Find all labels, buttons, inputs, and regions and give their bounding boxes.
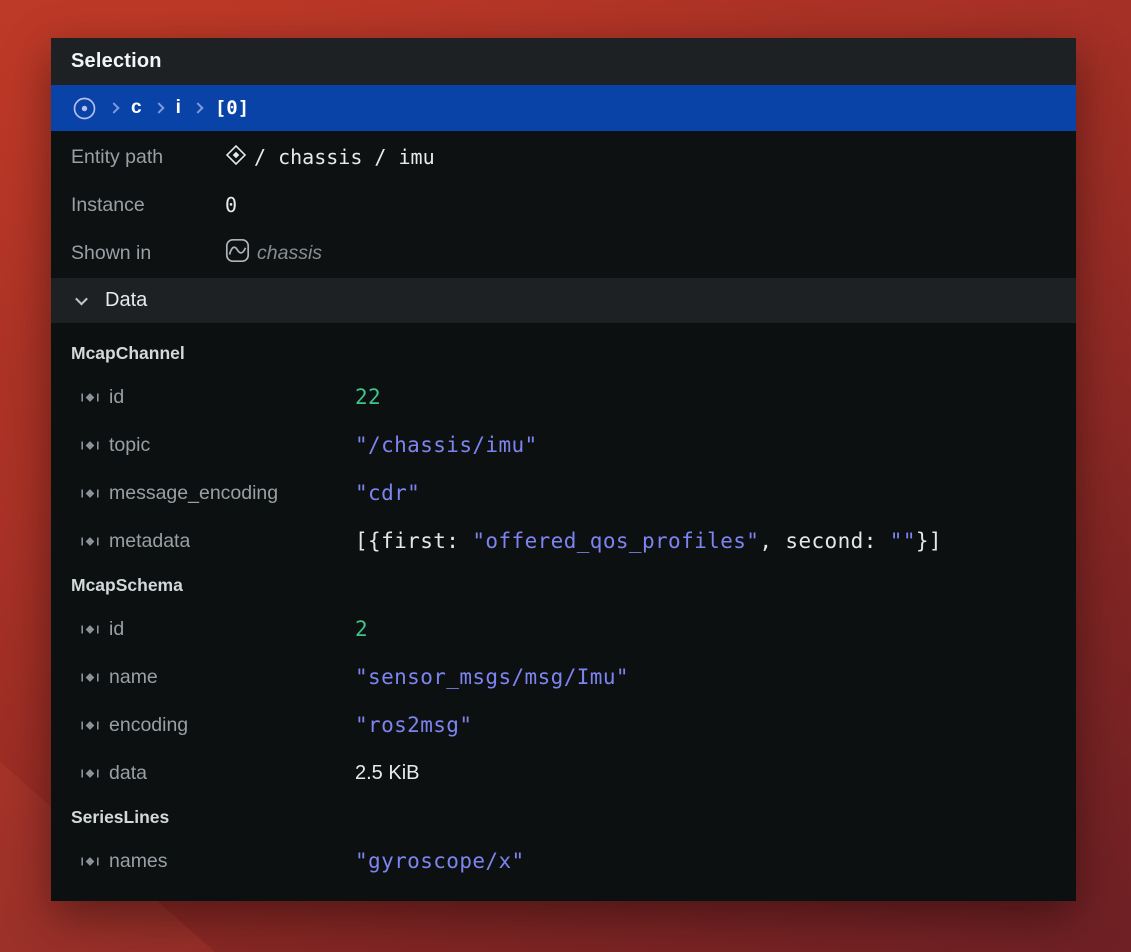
data-section-body: McapChannel id 22 — [51, 323, 1076, 901]
component-icon — [80, 766, 100, 781]
chevron-right-icon — [192, 102, 203, 113]
entity-icon — [225, 144, 247, 171]
group-name-mcapschema: McapSchema — [51, 565, 1076, 605]
overview-section: Entity path / chassis / imu Instance 0 — [51, 131, 1076, 278]
field-value: [{first: "offered_qos_profiles", second:… — [355, 529, 1076, 553]
shown-in-value[interactable]: chassis — [225, 238, 1076, 268]
entity-path-value[interactable]: / chassis / imu — [225, 144, 1076, 171]
breadcrumb: c i [0] — [51, 85, 1076, 131]
field-label: topic — [109, 434, 150, 457]
instance-row: Instance 0 — [51, 181, 1076, 229]
breadcrumb-item-imu[interactable]: i — [176, 97, 181, 119]
component-icon — [80, 622, 100, 637]
chevron-right-icon — [153, 102, 164, 113]
field-label: id — [109, 618, 124, 641]
table-row: data 2.5 KiB — [51, 749, 1076, 797]
table-row: name "sensor_msgs/msg/Imu" — [51, 653, 1076, 701]
table-row: id 22 — [51, 373, 1076, 421]
component-icon — [80, 718, 100, 733]
field-label: names — [109, 850, 168, 873]
field-label: message_encoding — [109, 482, 278, 505]
field-value: "ros2msg" — [355, 713, 1076, 737]
selection-panel-header: Selection — [51, 38, 1076, 85]
table-row: metadata [{first: "offered_qos_profiles"… — [51, 517, 1076, 565]
entity-path-row: Entity path / chassis / imu — [51, 133, 1076, 181]
shown-in-view-name: chassis — [257, 242, 322, 265]
shown-in-label: Shown in — [71, 242, 225, 265]
component-icon — [80, 390, 100, 405]
field-value: "/chassis/imu" — [355, 433, 1076, 457]
group-name-mcapchannel: McapChannel — [51, 333, 1076, 373]
entity-path-label: Entity path — [71, 146, 225, 169]
table-row: message_encoding "cdr" — [51, 469, 1076, 517]
breadcrumb-item-chassis[interactable]: c — [131, 97, 142, 119]
field-value: 22 — [355, 385, 1076, 409]
component-icon — [80, 670, 100, 685]
field-value: "sensor_msgs/msg/Imu" — [355, 665, 1076, 689]
breadcrumb-item-instance[interactable]: [0] — [215, 97, 249, 119]
table-row: names "gyroscope/x" — [51, 837, 1076, 885]
shown-in-row: Shown in chassis — [51, 229, 1076, 277]
entity-path-text: / chassis / imu — [254, 145, 435, 169]
data-section-title: Data — [105, 289, 147, 312]
desktop-background: Selection c i [0] Entity path — [0, 0, 1131, 952]
group-name-serieslines: SeriesLines — [51, 797, 1076, 837]
instance-label: Instance — [71, 194, 225, 217]
selection-panel: Selection c i [0] Entity path — [51, 38, 1076, 901]
field-label: name — [109, 666, 158, 689]
table-row: id 2 — [51, 605, 1076, 653]
instance-value: 0 — [225, 193, 237, 217]
field-label: encoding — [109, 714, 188, 737]
timeseries-view-icon — [225, 238, 250, 268]
field-label: id — [109, 386, 124, 409]
recording-icon[interactable] — [72, 96, 97, 121]
field-value: "cdr" — [355, 481, 1076, 505]
field-value: "gyroscope/x" — [355, 849, 1076, 873]
component-icon — [80, 534, 100, 549]
data-section-header[interactable]: Data — [51, 278, 1076, 323]
panel-title: Selection — [71, 50, 162, 73]
table-row: encoding "ros2msg" — [51, 701, 1076, 749]
field-value: 2.5 KiB — [355, 762, 1076, 785]
field-value: 2 — [355, 617, 1076, 641]
field-label: metadata — [109, 530, 190, 553]
component-icon — [80, 438, 100, 453]
chevron-right-icon — [108, 102, 119, 113]
table-row: topic "/chassis/imu" — [51, 421, 1076, 469]
field-label: data — [109, 762, 147, 785]
chevron-down-icon — [75, 293, 88, 306]
component-icon — [80, 854, 100, 869]
component-icon — [80, 486, 100, 501]
